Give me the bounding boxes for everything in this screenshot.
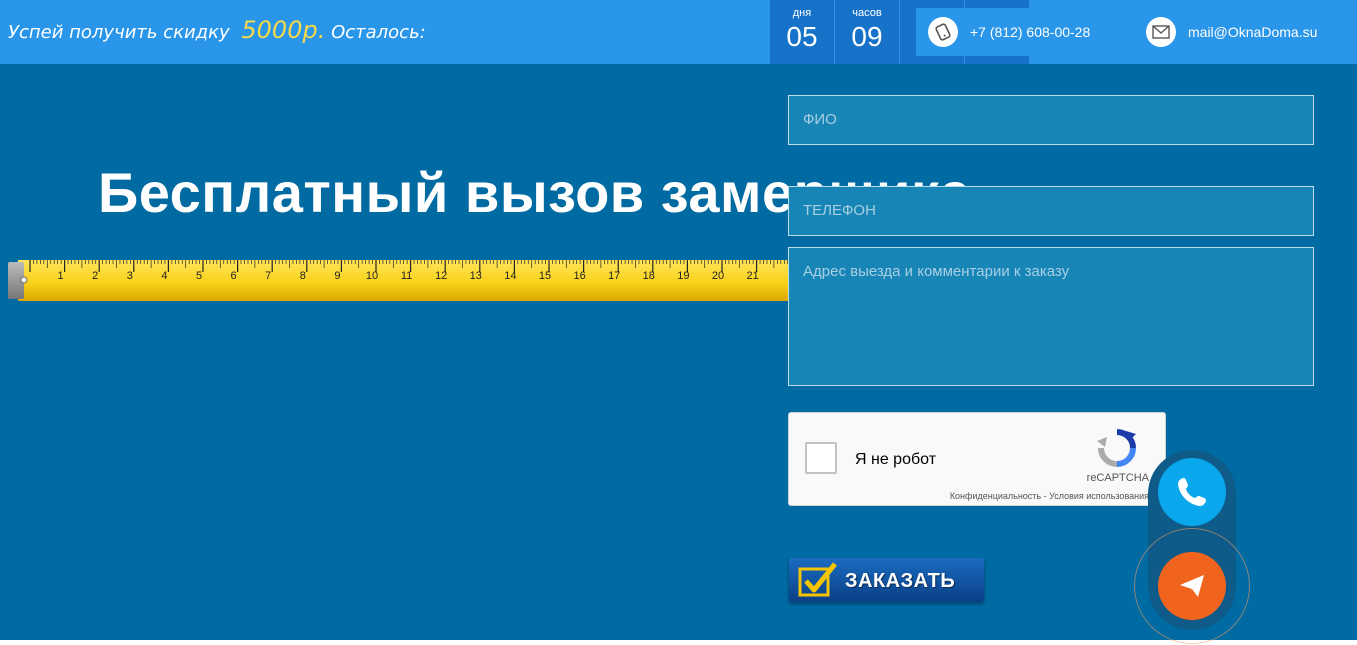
countdown-days-unit: дня xyxy=(792,7,812,19)
email-address: mail@OknaDoma.su xyxy=(1188,24,1318,40)
measuring-tape-image: 1 2 3 4 5 6 7 8 9 10 11 12 13 14 15 16 17 18 19 20 21 xyxy=(8,260,800,301)
contacts-panel: +7 (812) 608-00-28 mail@OknaDoma.su xyxy=(916,8,1348,56)
tape-label: 19 xyxy=(677,270,689,282)
name-field[interactable]: ФИО xyxy=(788,95,1314,145)
phone-placeholder: ТЕЛЕФОН xyxy=(803,202,876,219)
tape-label: 5 xyxy=(196,270,202,282)
email-contact[interactable]: mail@OknaDoma.su xyxy=(1146,17,1317,47)
order-button-label: ЗАКАЗАТЬ xyxy=(845,570,956,592)
tape-label: 16 xyxy=(573,270,585,282)
address-textarea[interactable]: Адрес выезда и комментарии к заказу xyxy=(788,247,1314,386)
promo-banner: Успей получить скидку 5000р. Осталось: xyxy=(8,16,426,44)
tape-label: 14 xyxy=(504,270,516,282)
phone-number: +7 (812) 608-00-28 xyxy=(970,24,1091,40)
mail-icon xyxy=(1146,17,1176,47)
tape-label: 1 xyxy=(58,270,64,282)
name-placeholder: ФИО xyxy=(803,111,837,128)
tape-label: 11 xyxy=(401,270,412,282)
countdown-days-value: 05 xyxy=(786,21,818,52)
tape-label: 6 xyxy=(231,270,237,282)
promo-suffix: Осталось: xyxy=(331,22,426,43)
promo-text: Успей получить скидку xyxy=(8,22,230,43)
tape-label: 7 xyxy=(265,270,271,282)
recaptcha-terms-link[interactable]: Конфиденциальность - Условия использован… xyxy=(950,491,1149,501)
phone-contact[interactable]: +7 (812) 608-00-28 xyxy=(928,17,1090,47)
tape-labels: 1 2 3 4 5 6 7 8 9 10 11 12 13 14 15 16 17 18 19 20 21 xyxy=(58,270,759,282)
page: Успей получить скидку 5000р. Осталось: д… xyxy=(0,0,1357,645)
tape-label: 4 xyxy=(161,270,167,282)
order-button[interactable]: ЗАКАЗАТЬ xyxy=(789,558,984,602)
tape-label: 12 xyxy=(435,270,447,282)
tape-hook-rivet xyxy=(20,276,28,284)
tape-label: 3 xyxy=(127,270,133,282)
tape-label: 20 xyxy=(712,270,724,282)
message-button[interactable] xyxy=(1158,552,1226,620)
tape-label: 9 xyxy=(334,270,340,282)
tape-label: 18 xyxy=(643,270,655,282)
tape-label: 10 xyxy=(366,270,378,282)
paper-plane-icon xyxy=(1180,575,1204,597)
tape-label: 8 xyxy=(300,270,306,282)
recaptcha-logo-icon xyxy=(1097,429,1136,467)
recaptcha-checkbox[interactable] xyxy=(805,442,837,474)
phone-icon xyxy=(1178,478,1206,506)
countdown-days: дня 05 xyxy=(770,0,834,64)
address-placeholder: Адрес выезда и комментарии к заказу xyxy=(803,263,1070,280)
countdown-hours-unit: часов xyxy=(852,7,882,19)
tape-label: 13 xyxy=(470,270,482,282)
recaptcha-label: Я не робот xyxy=(855,451,937,468)
call-button[interactable] xyxy=(1158,458,1226,526)
phone-field[interactable]: ТЕЛЕФОН xyxy=(788,186,1314,236)
phone-icon xyxy=(928,17,958,47)
promo-amount: 5000р. xyxy=(241,16,326,44)
tape-label: 21 xyxy=(746,270,758,282)
checkbox-check-icon xyxy=(798,562,837,597)
countdown-hours-value: 09 xyxy=(851,21,883,52)
tape-label: 15 xyxy=(539,270,551,282)
recaptcha-widget: Я не робот reCAPTCHA Конфиденциальность … xyxy=(788,412,1166,506)
tape-label: 17 xyxy=(608,270,620,282)
recaptcha-brand: reCAPTCHA xyxy=(1086,472,1149,484)
countdown-hours: часов 09 xyxy=(835,0,899,64)
top-bar: Успей получить скидку 5000р. Осталось: д… xyxy=(0,0,1357,64)
tape-label: 2 xyxy=(92,270,98,282)
